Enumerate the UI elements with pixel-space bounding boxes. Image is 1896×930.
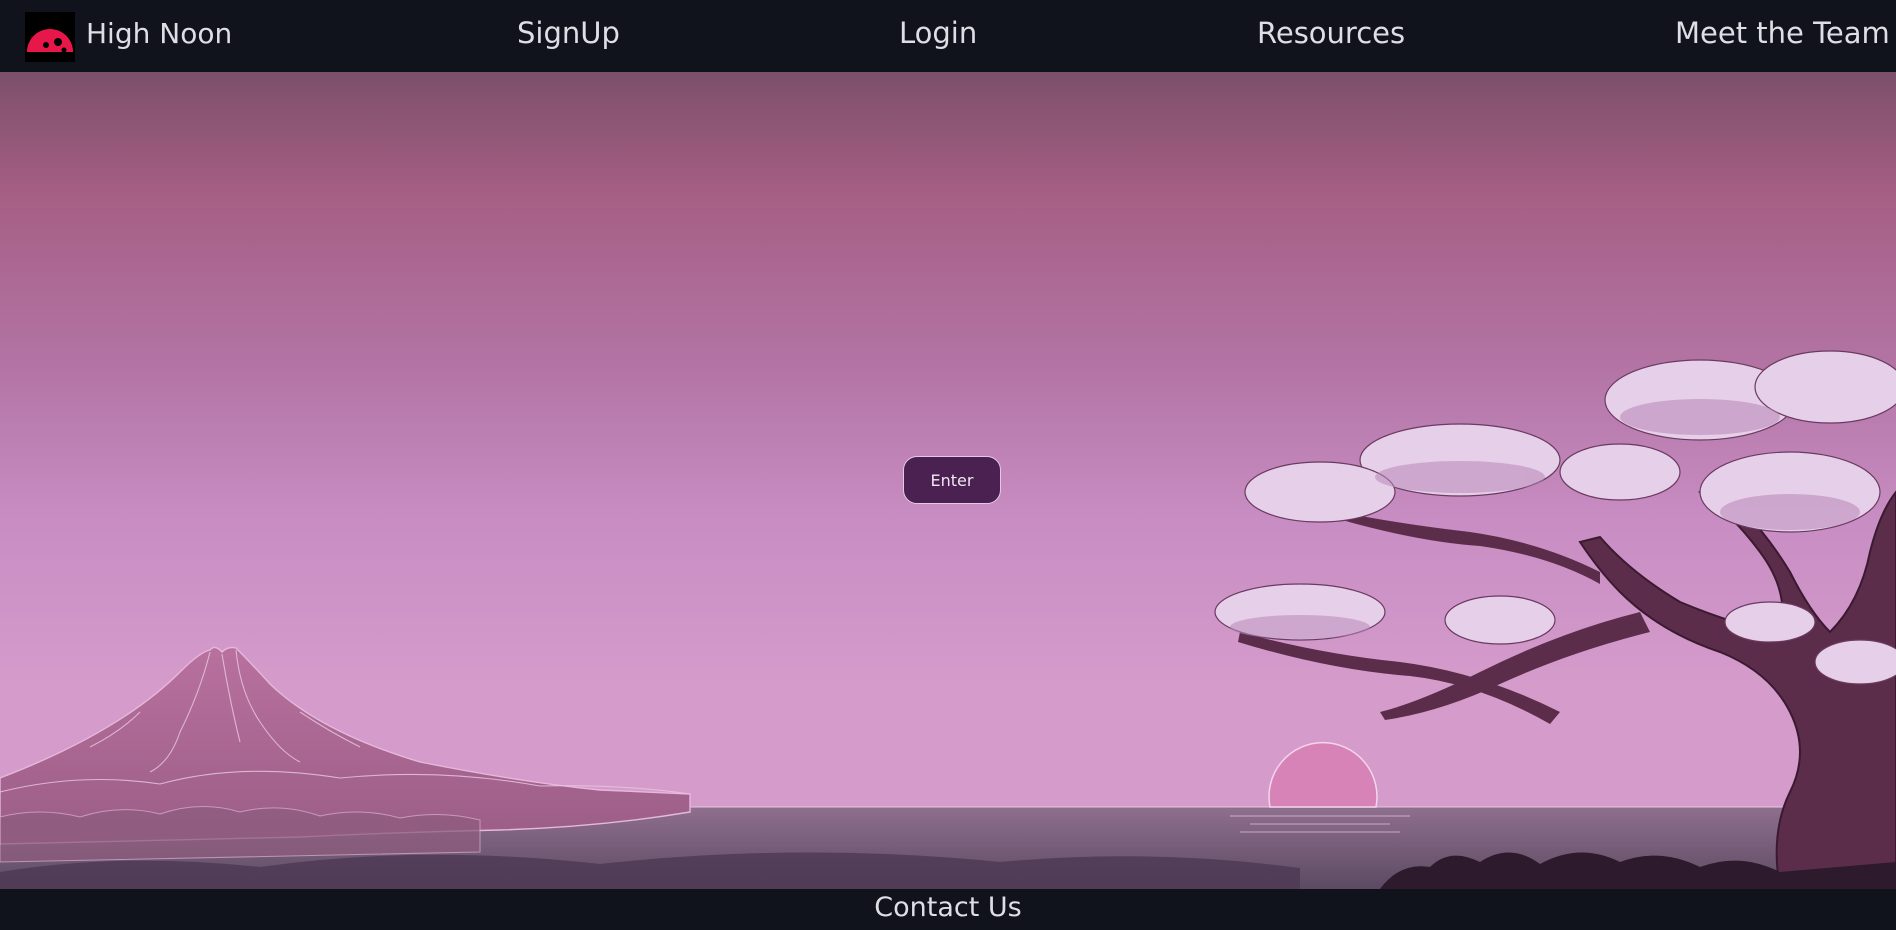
enter-button[interactable]: Enter	[903, 456, 1001, 504]
top-navbar: High Noon SignUp Login Resources Meet th…	[0, 0, 1896, 72]
nav-signup-link[interactable]: SignUp	[517, 16, 620, 50]
nav-login-link[interactable]: Login	[899, 16, 977, 50]
nav-resources-link[interactable]: Resources	[1257, 16, 1405, 50]
brand-home-link[interactable]: High Noon	[25, 12, 232, 62]
footer: Contact Us	[0, 889, 1896, 930]
contact-us-link[interactable]: Contact Us	[874, 892, 1021, 923]
brand-name: High Noon	[86, 16, 233, 50]
red-sun-logo-icon	[25, 12, 75, 62]
hero-section: Enter	[0, 72, 1896, 889]
nav-meet-the-team-link[interactable]: Meet the Team	[1675, 16, 1890, 50]
